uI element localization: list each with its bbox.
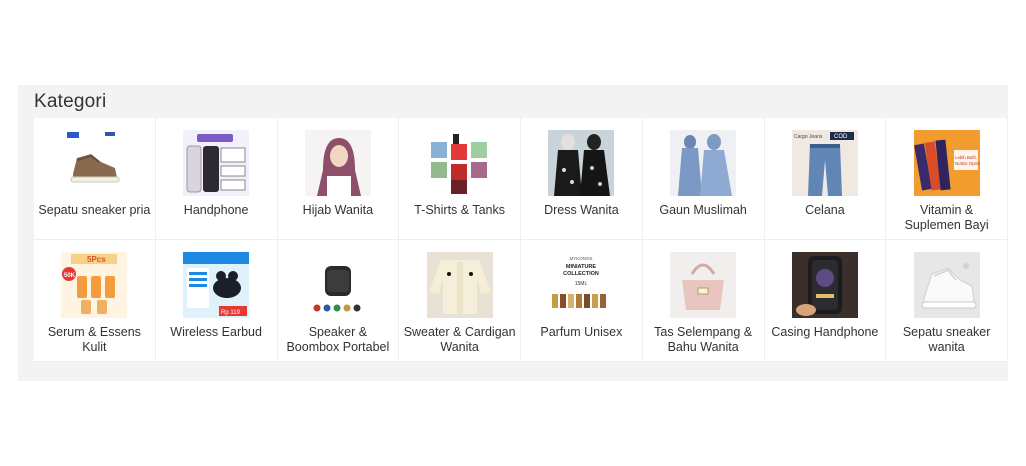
svg-text:15ML: 15ML — [575, 281, 588, 287]
category-label: Gaun Muslimah — [659, 203, 747, 217]
earbud-icon: Rp 119 — [183, 252, 250, 318]
category-item-sepatu-sneaker-pria[interactable]: Sepatu sneaker pria — [34, 118, 156, 240]
category-label: Tas Selempang & Bahu Wanita — [654, 325, 753, 354]
bag-icon — [670, 252, 737, 318]
perfume-icon: MYKONOS MINIATURE COLLECTION 15ML — [548, 252, 615, 318]
category-label: Speaker & Boombox Portabel — [286, 325, 390, 354]
svg-text:5Pcs: 5Pcs — [87, 255, 106, 264]
category-item-celana[interactable]: COD Cargo Jeans Celana — [764, 118, 887, 240]
svg-text:MINIATURE: MINIATURE — [566, 264, 596, 270]
category-item-sepatu-sneaker-wanita[interactable]: Sepatu sneaker wanita — [886, 240, 1008, 362]
gown-icon — [670, 130, 737, 196]
category-item-speaker-boombox[interactable]: Speaker & Boombox Portabel — [277, 240, 400, 362]
pants-icon: COD Cargo Jeans — [791, 130, 858, 196]
svg-text:Nutrisi Optimal!: Nutrisi Optimal! — [955, 161, 980, 166]
svg-text:COLLECTION: COLLECTION — [564, 271, 600, 277]
svg-text:Rp 119: Rp 119 — [221, 310, 241, 316]
category-label: Sepatu sneaker pria — [38, 203, 151, 217]
phone-icon — [183, 130, 250, 196]
category-label: Dress Wanita — [544, 203, 619, 217]
category-label: Sepatu sneaker wanita — [902, 325, 991, 354]
category-grid: Sepatu sneaker pria Handphone Hijab Wani… — [34, 118, 1008, 362]
section-title: Kategori — [34, 91, 107, 112]
category-label: Vitamin & Suplemen Bayi — [904, 203, 989, 232]
speaker-icon — [304, 252, 371, 318]
sweater-icon — [426, 252, 493, 318]
category-label: Hijab Wanita — [302, 203, 374, 217]
category-label: Serum & Essens Kulit — [47, 325, 141, 354]
category-item-sweater-cardigan[interactable]: Sweater & Cardigan Wanita — [399, 240, 521, 362]
svg-text:Lebih Bafit,: Lebih Bafit, — [955, 155, 977, 160]
category-item-vitamin-suplemen-bayi[interactable]: Lebih Bafit, Nutrisi Optimal! Vitamin & … — [886, 118, 1008, 240]
tshirt-icon — [426, 130, 493, 196]
category-item-wireless-earbud[interactable]: Rp 119 Wireless Earbud — [155, 240, 278, 362]
category-panel: Kategori Sepatu sneaker pria Handphone H… — [18, 85, 1008, 381]
category-item-tshirts-tanks[interactable]: T-Shirts & Tanks — [399, 118, 521, 240]
sneaker-icon — [913, 252, 980, 318]
svg-text:MYKONOS: MYKONOS — [570, 256, 593, 261]
category-item-parfum-unisex[interactable]: MYKONOS MINIATURE COLLECTION 15ML Parfum… — [521, 240, 643, 362]
vitamin-icon: Lebih Bafit, Nutrisi Optimal! — [913, 130, 980, 196]
category-label: Sweater & Cardigan Wanita — [403, 325, 516, 354]
category-label: Wireless Earbud — [170, 325, 262, 339]
svg-text:COD: COD — [834, 134, 848, 140]
dress-icon — [548, 130, 615, 196]
category-item-dress-wanita[interactable]: Dress Wanita — [521, 118, 643, 240]
phone-case-icon — [791, 252, 858, 318]
category-item-casing-handphone[interactable]: Casing Handphone — [764, 240, 887, 362]
category-label: Parfum Unisex — [540, 325, 623, 339]
svg-text:Cargo Jeans: Cargo Jeans — [794, 134, 823, 140]
category-label: T-Shirts & Tanks — [414, 203, 506, 217]
svg-text:50K: 50K — [64, 273, 76, 279]
category-item-handphone[interactable]: Handphone — [155, 118, 278, 240]
category-item-serum-essens-kulit[interactable]: 5Pcs 50K Serum & Essens Kulit — [34, 240, 156, 362]
sneaker-icon — [61, 130, 127, 196]
category-item-tas-selempang[interactable]: Tas Selempang & Bahu Wanita — [642, 240, 765, 362]
hijab-icon — [304, 130, 371, 196]
category-item-hijab-wanita[interactable]: Hijab Wanita — [277, 118, 400, 240]
serum-icon: 5Pcs 50K — [61, 252, 128, 318]
category-item-gaun-muslimah[interactable]: Gaun Muslimah — [642, 118, 765, 240]
category-label: Casing Handphone — [771, 325, 879, 339]
category-label: Handphone — [183, 203, 249, 217]
category-label: Celana — [805, 203, 845, 217]
